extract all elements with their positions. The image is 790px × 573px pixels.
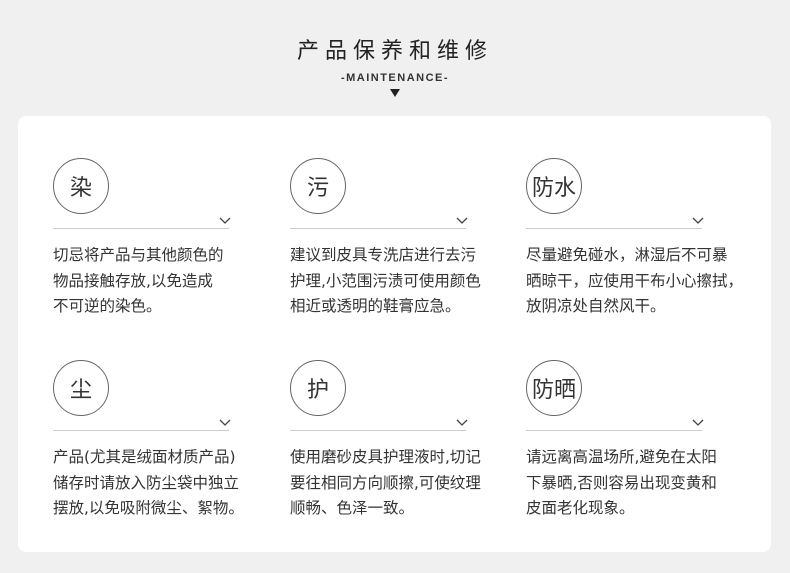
care-item-text: 使用磨砂皮具护理液时,切记 要往相同方向顺擦,可使纹理 顺畅、色泽一致。 [290,448,481,517]
care-item-text: 请远离高温场所,避免在太阳 下暴晒,否则容易出现变黄和 皮面老化现象。 [526,448,717,517]
chevron-down-icon [692,217,704,224]
stain-icon: 污 [290,158,346,214]
maintenance-page: 产品保养和维修 -MAINTENANCE- 染 切忌将产品与其他颜色的 物品接触… [0,0,790,573]
item-divider [526,430,702,431]
chevron-down-icon [456,419,468,426]
dust-icon: 尘 [53,360,109,416]
dye-icon: 染 [53,158,109,214]
section-header: 产品保养和维修 -MAINTENANCE- [0,38,790,97]
maintenance-card: 染 切忌将产品与其他颜色的 物品接触存放,以免造成 不可逆的染色。 污 建议到皮… [18,116,771,552]
chevron-down-icon [456,217,468,224]
sun-protection-icon: 防晒 [526,360,582,416]
chevron-down-icon [219,217,231,224]
item-divider [53,228,229,229]
care-item-text: 切忌将产品与其他颜色的 物品接触存放,以免造成 不可逆的染色。 [53,246,224,315]
care-item-text: 产品(尤其是绒面材质产品) 储存时请放入防尘袋中独立 摆放,以免吸附微尘、絮物。 [53,448,244,517]
care-item-text: 建议到皮具专洗店进行去污 护理,小范围污渍可使用颜色 相近或透明的鞋膏应急。 [290,246,481,315]
care-item-text: 尽量避免碰水，淋湿后不可暴 晒晾干，应使用干布小心擦拭， 放阴凉处自然风干。 [526,246,744,315]
item-divider [526,228,702,229]
chevron-down-icon [219,419,231,426]
chevron-down-icon [692,419,704,426]
section-subtitle: -MAINTENANCE- [340,72,450,84]
waterproof-icon: 防水 [526,158,582,214]
care-icon: 护 [290,360,346,416]
item-divider [290,228,466,229]
item-divider [53,430,229,431]
section-title: 产品保养和维修 [296,39,493,64]
down-triangle-icon [390,89,400,97]
item-divider [290,430,466,431]
